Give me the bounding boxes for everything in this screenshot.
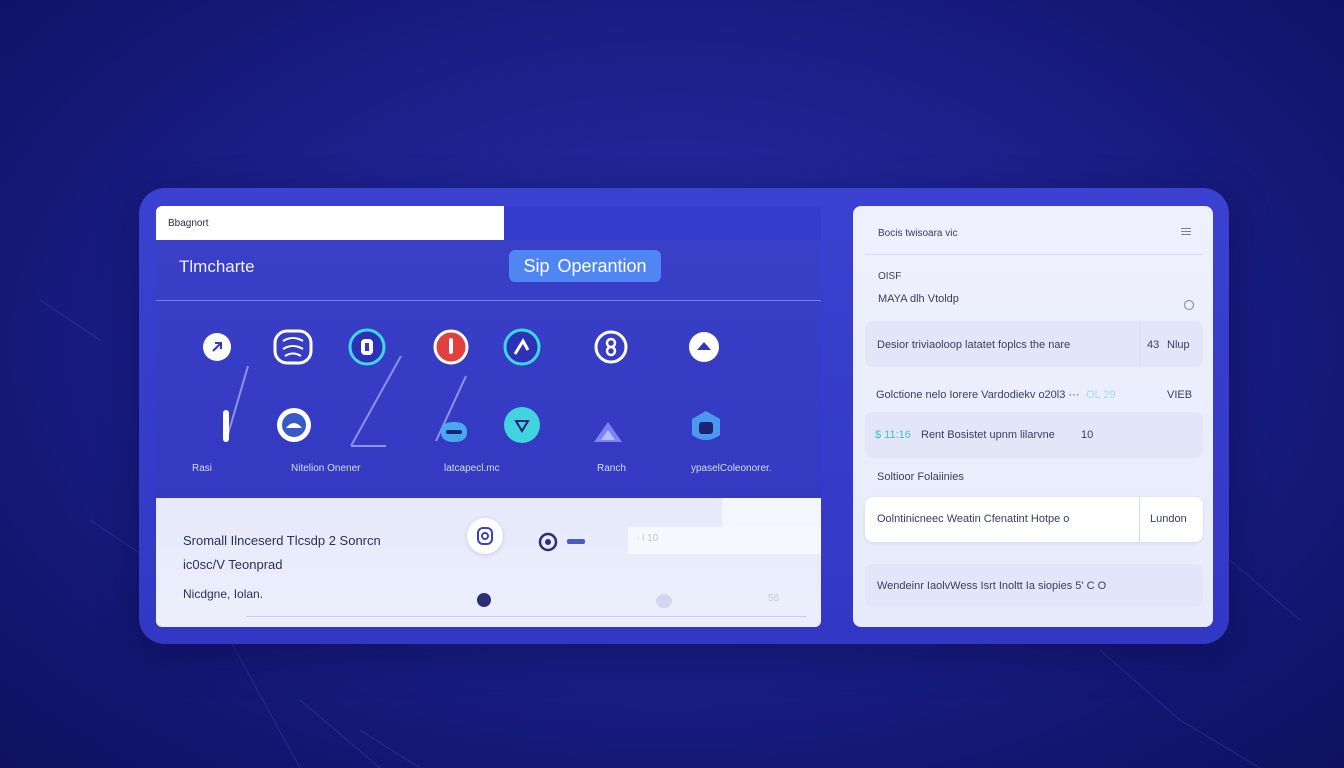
operation-button-label-a: Sip (523, 255, 550, 276)
toggle-icon[interactable] (434, 412, 474, 452)
main-panel: Bbagnort Tlmcharte Sip Operantion Rasi N… (156, 206, 821, 627)
detail-band-corner (722, 498, 821, 527)
list-item-unit: Nlup (1167, 339, 1190, 351)
detail-faint-value: 56 (768, 593, 780, 604)
icon-label-4: Ranch (597, 463, 626, 474)
row-separator (1139, 497, 1140, 542)
detail-input-text: · l 10 (636, 533, 659, 544)
section-heading: Soltioor Folaiinies (877, 471, 964, 483)
sync-icon[interactable] (591, 327, 631, 367)
list-item-value: 10 (1081, 429, 1094, 441)
list-item[interactable]: $ 11:16 Rent Bosistet upnm lilarvne 10 (865, 412, 1203, 458)
row-separator (1139, 321, 1140, 367)
side-panel: Bocis twisoara vic OISF MAYA dlh Vtoldp … (853, 206, 1213, 627)
upload-icon[interactable] (684, 327, 724, 367)
list-item-text: Wendeinr IaolvWess Isrt Inoltt Ia siopie… (877, 580, 1107, 592)
list-item-text: Desior triviaoloop latatet foplcs the na… (877, 339, 1071, 351)
label-b: MAYA dlh Vtoldp (878, 293, 959, 305)
network-icon[interactable] (502, 405, 542, 445)
panel-title: Tlmcharte (179, 257, 255, 276)
operation-button-label-b: Operantion (557, 255, 647, 276)
detail-divider (246, 616, 806, 617)
lock-badge-icon[interactable] (467, 518, 503, 554)
list-item[interactable]: Desior triviaoloop latatet foplcs the na… (865, 321, 1203, 367)
triangle-icon[interactable] (588, 412, 628, 452)
icon-label-2: Nitelion Onener (291, 463, 361, 474)
header-divider (865, 254, 1203, 255)
at-icon[interactable] (538, 532, 558, 557)
icon-label-3: latcapecl.mc (444, 463, 500, 474)
list-item-value: 43 (1147, 339, 1160, 351)
shield-icon[interactable] (686, 408, 726, 448)
list-item-text: Rent Bosistet upnm lilarvne (921, 429, 1055, 441)
header-divider (156, 300, 821, 301)
icon-label-1: Rasi (192, 463, 213, 474)
list-item-value: Lundon (1150, 513, 1187, 525)
status-dot-icon (477, 593, 491, 607)
menu-icon[interactable] (1181, 228, 1191, 236)
list-caption: Golctione nelo Iorere Vardodiekv o20l3 ·… (876, 389, 1080, 401)
detail-line-2: ic0sc/V Teonprad (183, 557, 283, 572)
info-icon[interactable] (656, 594, 672, 608)
active-tab[interactable]: Bbagnort (156, 206, 504, 240)
detail-band: Sromall Ilnceserd Tlcsdp 2 Sonrcn ic0sc/… (156, 498, 821, 627)
detail-line-1: Sromall Ilnceserd Tlcsdp 2 Sonrcn (183, 533, 381, 548)
icon-label-5: ypaselColeonorer. (691, 463, 772, 474)
bar-icon[interactable] (206, 406, 246, 446)
cloud-icon[interactable] (274, 405, 314, 445)
operation-button[interactable]: Sip Operantion (509, 250, 661, 282)
list-caption-value: VIEB (1167, 389, 1193, 401)
tab-strip (504, 206, 821, 240)
detail-line-3: Nicdgne, Iolan. (183, 587, 264, 601)
side-panel-header: Bocis twisoara vic (878, 228, 958, 239)
list-item-tag: $ 11:16 (875, 429, 911, 441)
detail-input[interactable]: · l 10 (628, 527, 821, 554)
list-item[interactable]: Wendeinr IaolvWess Isrt Inoltt Ia siopie… (865, 564, 1203, 607)
label-a: OISF (878, 271, 902, 282)
list-caption-accent: OL 29 (1086, 389, 1116, 401)
progress-dash (567, 539, 585, 544)
list-item-selected[interactable]: Oolntinicneec Weatin Cfenatint Hotpe o L… (865, 497, 1203, 542)
info-circle-icon[interactable] (1184, 300, 1194, 310)
list-item-text: Oolntinicneec Weatin Cfenatint Hotpe o (877, 513, 1070, 525)
tab-label: Bbagnort (168, 218, 209, 229)
